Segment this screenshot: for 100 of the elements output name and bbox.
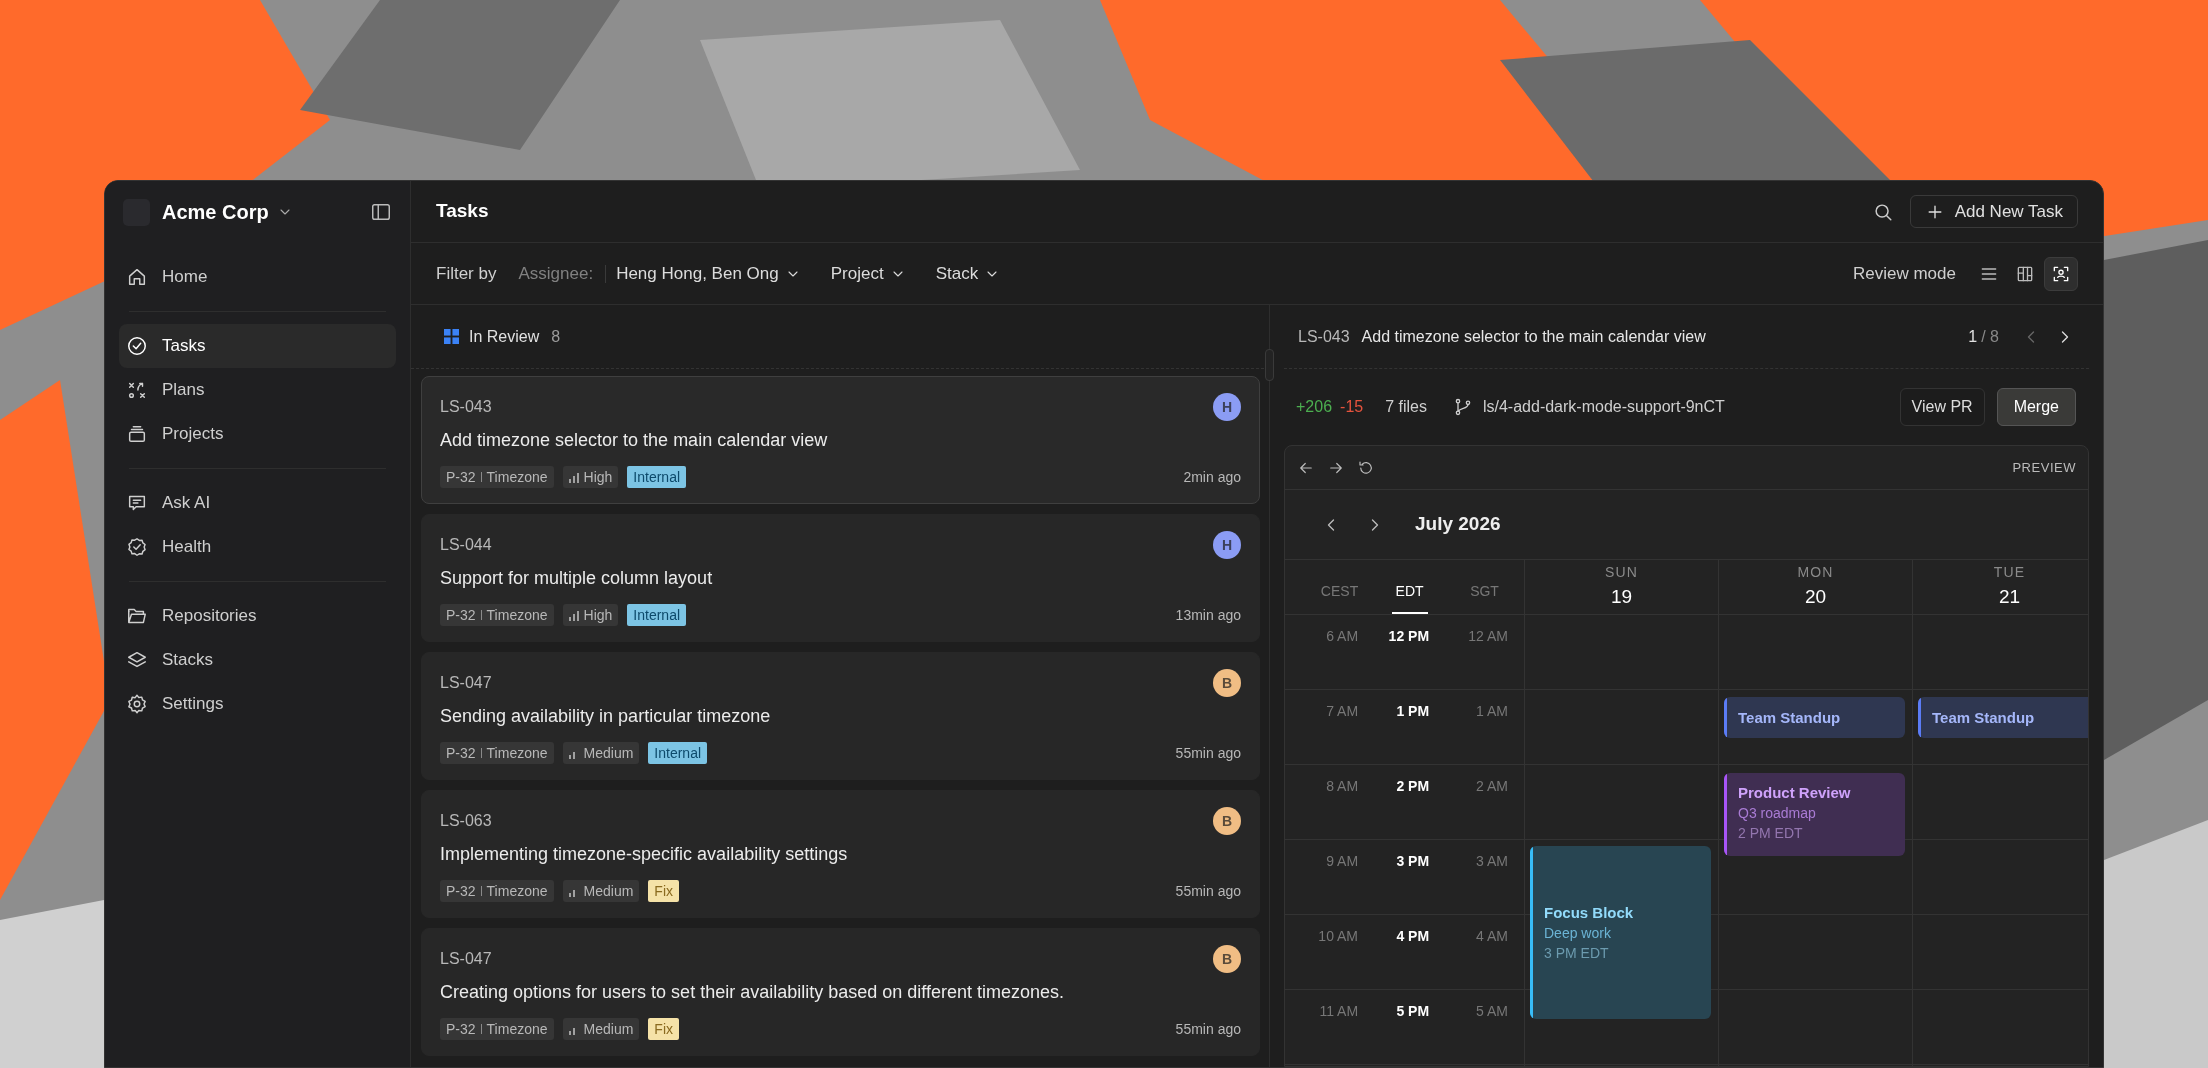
nav-item[interactable]: Plans [119,368,396,412]
time-label: 2 PM [1396,778,1430,794]
page-number: 1 [1968,326,1978,347]
timezone-tab[interactable]: SGT [1466,581,1503,614]
day-number: 21 [1998,585,2021,610]
tray-stack-icon [126,423,148,445]
branch-name: ls/4-add-dark-mode-support-9nCT [1482,397,1725,417]
month-title: July 2026 [1415,512,1501,537]
add-task-button[interactable]: Add New Task [1909,195,2078,228]
day-number: 20 [1804,585,1827,610]
nav-item[interactable]: Health [119,525,396,569]
workspace-switcher[interactable]: Acme Corp [162,197,293,227]
component-name: Timezone [486,743,548,763]
status-label: In Review [469,326,540,347]
nav-item[interactable]: Settings [119,682,396,726]
view-pr-button[interactable]: View PR [1899,388,1985,426]
panel-icon [370,201,392,223]
task-card[interactable]: LS-047 B Creating options for users to set their availability based on different timezones. P-32 Timezone Medium Fix 55min ago [421,928,1260,1056]
avatar: B [1213,669,1241,697]
resize-handle[interactable] [1265,349,1274,381]
weekday-label: MON [1797,563,1834,583]
task-card[interactable]: LS-043 H Add timezone selector to the main calendar view P-32 Timezone High Internal 2min ago [421,376,1260,504]
task-card[interactable]: LS-063 B Implementing timezone-specific availability settings P-32 Timezone Medium Fix 55min ago [421,790,1260,918]
task-title: Sending availability in particular timezone [440,705,772,728]
task-time: 13min ago [1175,605,1241,625]
event-subtitle: Deep work [1544,923,1612,943]
component-name: Timezone [486,1019,548,1039]
priority-tag: Medium [562,1018,640,1040]
weekday-label: TUE [1993,563,2026,583]
type-tag: Internal [627,466,687,488]
nav-item[interactable]: Home [119,255,396,299]
nav-item[interactable]: Repositories [119,594,396,638]
view-mode-button[interactable] [2044,256,2078,291]
time-label: 11 AM [1319,1003,1359,1019]
gear-icon [126,693,148,715]
time-label: 5 PM [1396,1003,1430,1019]
calendar-event[interactable]: Focus Block Deep work 3 PM EDT [1530,846,1711,1019]
signal-bars-icon [568,471,580,483]
task-time: 55min ago [1175,881,1241,901]
type-tag: Internal [627,604,687,626]
filter-dropdown[interactable]: Project [830,260,906,287]
task-title: Add timezone selector to the main calendar view [1361,326,1706,347]
avatar: B [1213,945,1241,973]
project-code: P-32 [446,743,476,763]
priority-tag: Medium [562,880,640,902]
time-label: 4 PM [1396,928,1430,944]
event-title: Team Standup [1932,707,2035,728]
task-id: LS-043 [1298,326,1350,347]
files-count: 7 files [1385,397,1427,417]
event-time: 2 PM EDT [1738,824,1804,843]
time-label: 5 AM [1476,1003,1508,1019]
calendar-event[interactable]: Product Review Q3 roadmap 2 PM EDT [1724,773,1905,856]
additions-count: +206 [1296,397,1333,417]
merge-button[interactable]: Merge [1996,388,2076,426]
task-card[interactable]: LS-044 H Support for multiple column layout P-32 Timezone High Internal 13min ago [421,514,1260,642]
filter-label: Filter by [436,262,497,285]
nav-item[interactable]: Stacks [119,638,396,682]
event-subtitle: Q3 roadmap [1738,804,1817,823]
avatar: B [1213,807,1241,835]
page-total: / 8 [1981,326,1999,347]
time-label: 3 PM [1396,853,1430,869]
event-title: Focus Block [1544,902,1634,923]
task-id: LS-043 [440,397,492,417]
event-title: Team Standup [1738,707,1841,728]
assignee-dropdown[interactable]: Heng Hong, Ben Ong [616,260,801,287]
sidebar-toggle-icon[interactable] [370,201,392,223]
home-icon [126,266,148,288]
timezone-tab[interactable]: EDT [1391,581,1428,614]
preview-label: PREVIEW [2012,458,2076,477]
task-card[interactable]: LS-047 B Sending availability in particular timezone P-32 Timezone Medium Internal 55min ago [421,652,1260,780]
task-id: LS-063 [440,811,492,831]
status-count: 8 [551,326,561,347]
nav-item[interactable]: Tasks [119,324,396,368]
project-code: P-32 [446,1019,476,1039]
time-label: 7 AM [1326,703,1359,719]
check-circle-icon [126,335,148,357]
calendar-event[interactable]: Team Standup [1724,697,1905,738]
component-name: Timezone [486,881,548,901]
time-label: 10 AM [1318,928,1359,944]
nav-item[interactable]: Ask AI [119,481,396,525]
grid-icon [444,329,459,344]
project-code: P-32 [446,605,476,625]
task-id: LS-047 [440,673,492,693]
page-title: Tasks [436,199,489,224]
deletions-count: -15 [1340,397,1364,417]
type-tag: Fix [648,1018,679,1040]
time-label: 1 PM [1396,703,1430,719]
task-time: 55min ago [1175,743,1241,763]
view-mode-label: Review mode [1853,262,1956,285]
task-title: Implementing timezone-specific availability settings [440,843,849,866]
event-time: 3 PM EDT [1544,943,1610,963]
avatar: H [1213,531,1241,559]
time-label: 6 AM [1326,628,1359,644]
nav-item[interactable]: Projects [119,412,396,456]
task-title: Support for multiple column layout [440,567,714,590]
task-title: Add timezone selector to the main calendar view [440,429,829,452]
filter-dropdown[interactable]: Stack [935,260,1001,287]
project-code: P-32 [446,467,476,487]
timezone-tab[interactable]: CEST [1316,581,1363,614]
calendar-event[interactable]: Team Standup [1918,697,2088,738]
